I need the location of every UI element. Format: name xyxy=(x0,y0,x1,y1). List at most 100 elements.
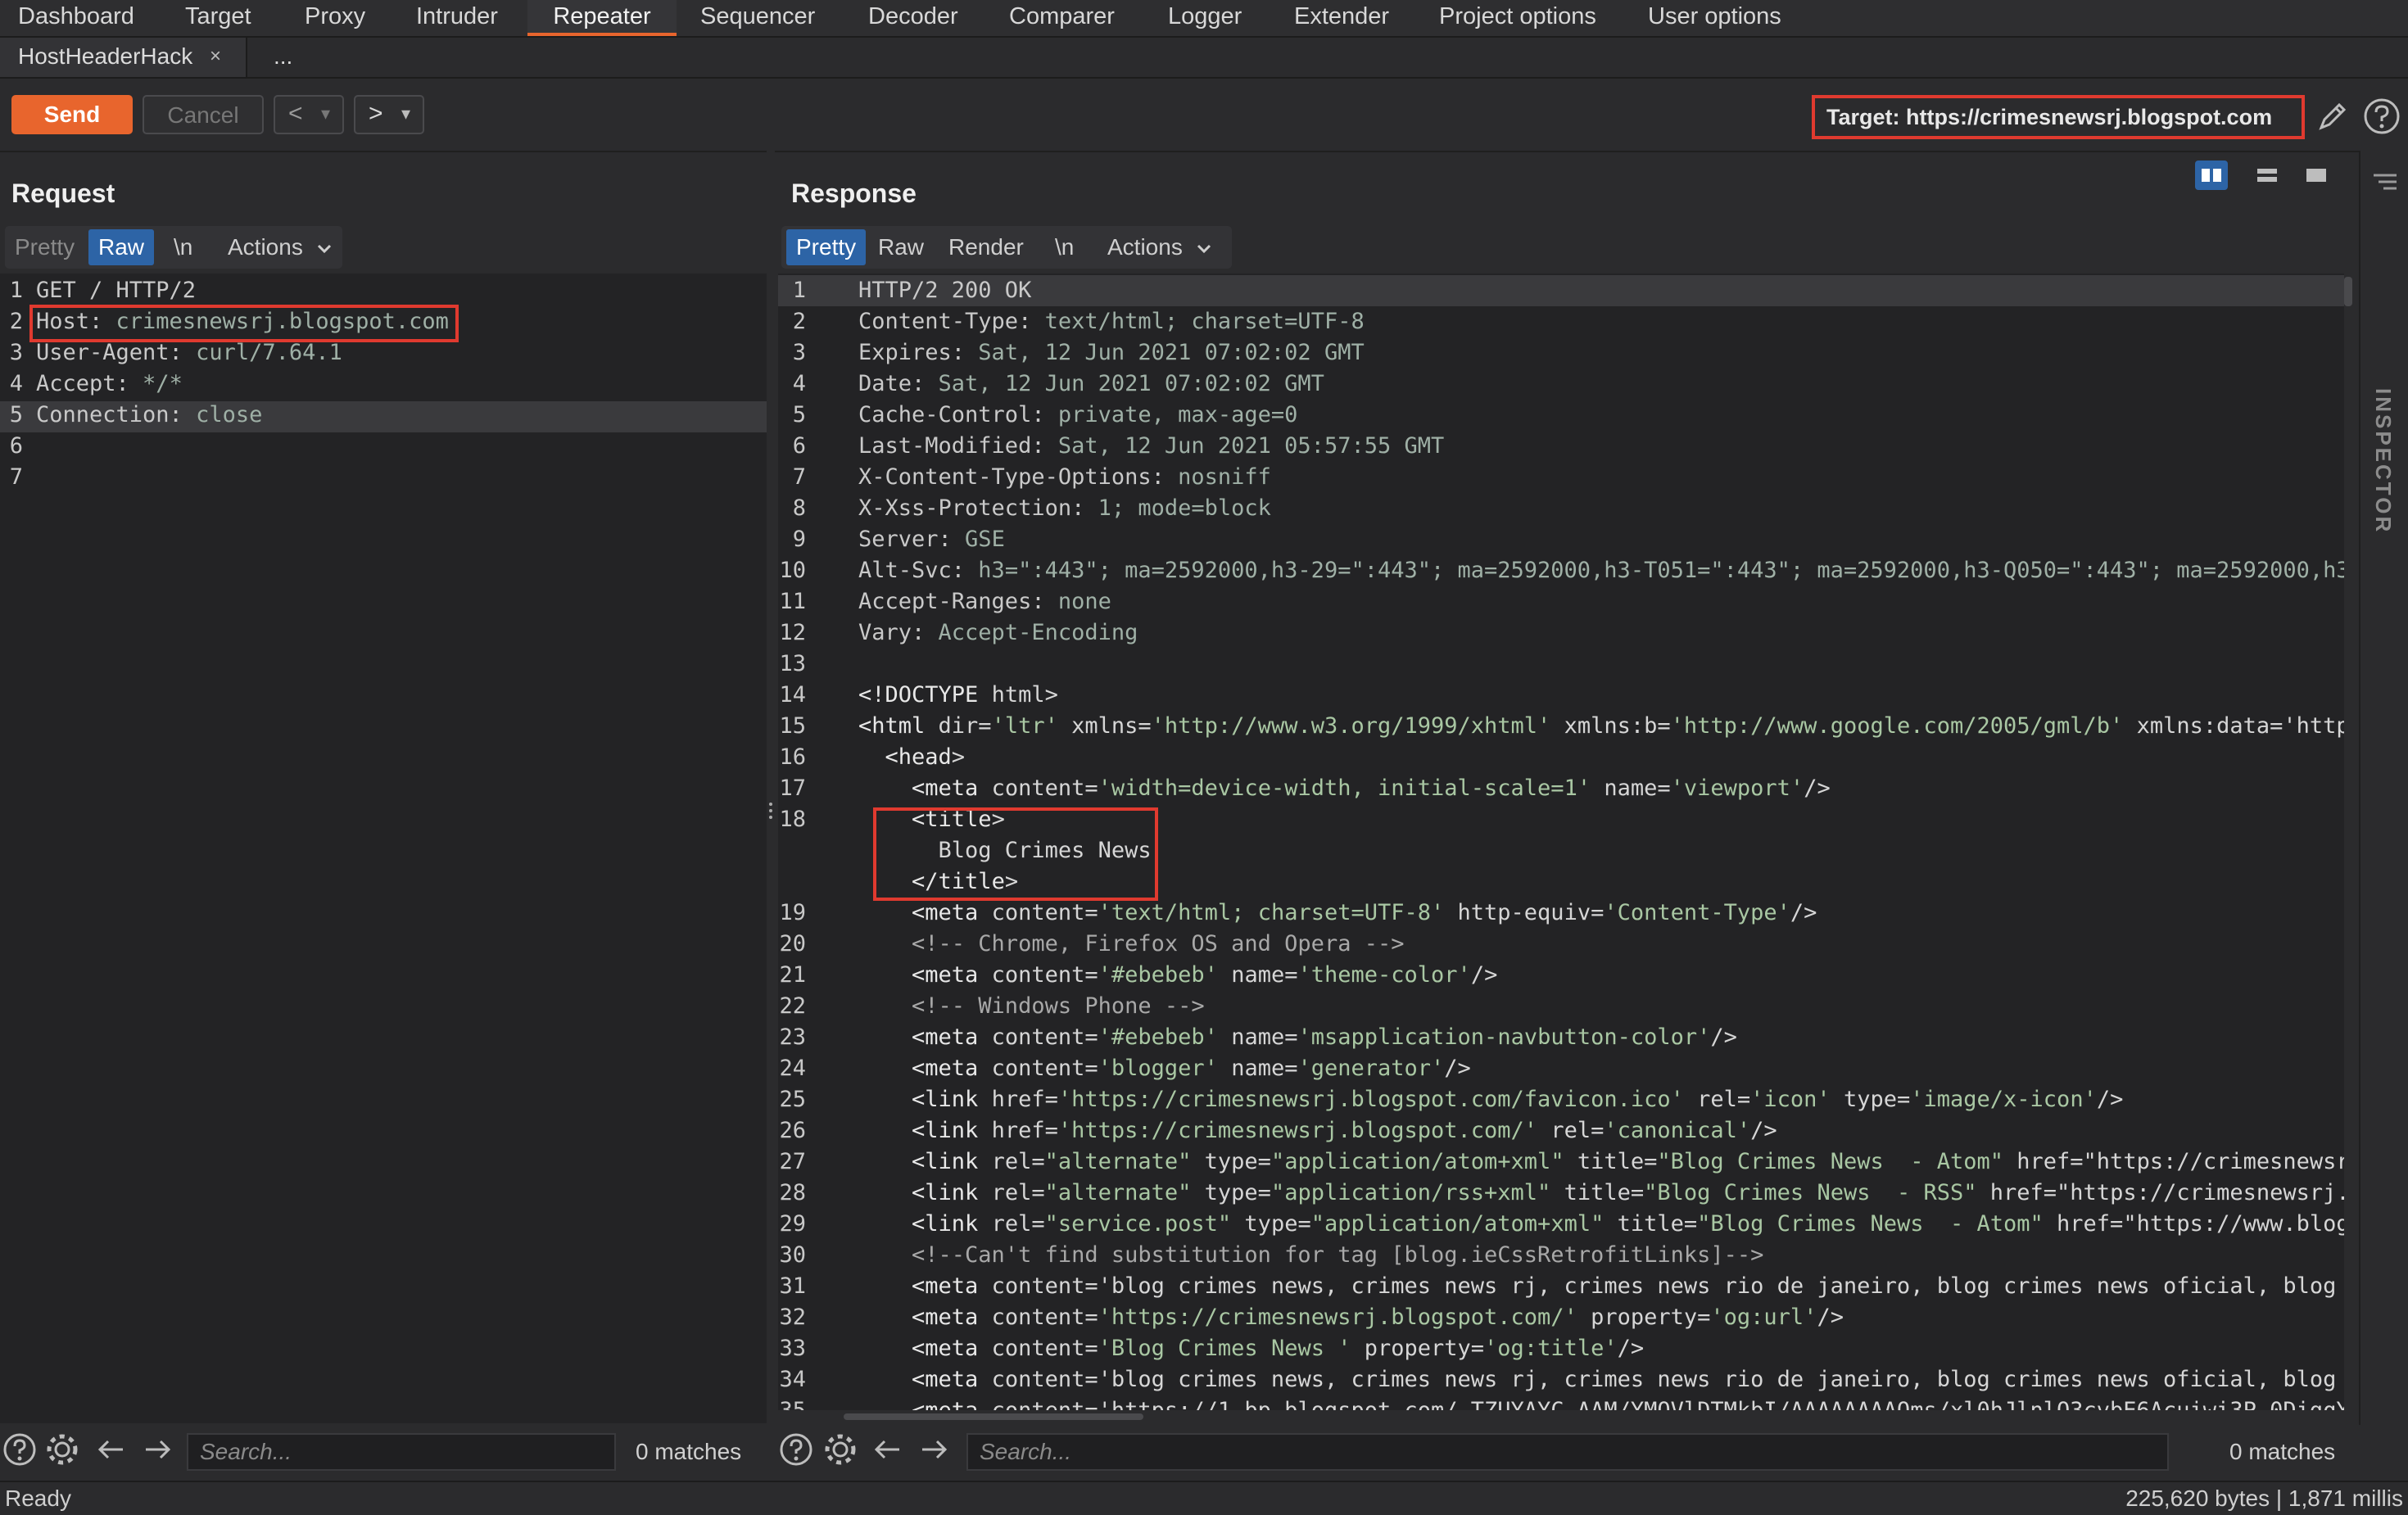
help-icon[interactable] xyxy=(2362,97,2401,136)
line-number: 5 xyxy=(9,402,23,427)
gear-icon[interactable] xyxy=(822,1431,858,1468)
response-horizontal-scrollbar[interactable] xyxy=(844,1413,1143,1420)
code-text: <meta content='blogger' name='generator'… xyxy=(912,1056,1471,1081)
code-text: Last-Modified: Sat, 12 Jun 2021 05:57:55… xyxy=(858,431,1444,462)
tab-decoder[interactable]: Decoder xyxy=(868,0,958,36)
response-line: 26 <link href='https://crimesnewsrj.blog… xyxy=(778,1115,2344,1146)
close-icon[interactable]: × xyxy=(210,38,221,75)
tab-sequencer[interactable]: Sequencer xyxy=(700,0,815,36)
repeater-tab-hostheaderhack[interactable]: HostHeaderHack × xyxy=(0,38,247,77)
tab-logger[interactable]: Logger xyxy=(1168,0,1242,36)
header-name: User-Agent: xyxy=(36,340,183,365)
tab-user-options[interactable]: User options xyxy=(1648,0,1781,36)
tab-comparer[interactable]: Comparer xyxy=(1009,0,1115,36)
header-name: Expires: xyxy=(858,340,966,365)
request-tab-newline[interactable]: \n xyxy=(174,229,192,265)
request-actions-menu[interactable]: Actions xyxy=(228,229,334,265)
response-line: 12 Vary: Accept-Encoding xyxy=(778,617,2344,649)
header-value: Sat, 12 Jun 2021 07:02:02 GMT xyxy=(965,340,1365,365)
help-icon[interactable] xyxy=(778,1431,814,1468)
response-line: 32 <meta content='https://crimesnewsrj.b… xyxy=(778,1302,2344,1333)
response-tab-newline[interactable]: \n xyxy=(1055,229,1074,265)
line-number: 2 xyxy=(9,309,23,334)
new-tab-button[interactable]: ... xyxy=(274,38,292,77)
header-name: Content-Type: xyxy=(858,309,1032,334)
tab-target[interactable]: Target xyxy=(185,0,251,36)
inspector-sidebar[interactable]: INSPECTOR xyxy=(2359,151,2408,1425)
response-line: 11 Accept-Ranges: none xyxy=(778,586,2344,617)
header-value: text/html; charset=UTF-8 xyxy=(1031,309,1365,334)
header-name: GET / HTTP/2 xyxy=(36,278,197,303)
tab-dashboard[interactable]: Dashboard xyxy=(18,0,134,36)
tab-extender[interactable]: Extender xyxy=(1294,0,1389,36)
request-tab-raw[interactable]: Raw xyxy=(88,229,155,265)
line-number: 22 xyxy=(779,993,806,1019)
chevron-left-icon: < xyxy=(288,100,303,127)
response-tab-render[interactable]: Render xyxy=(948,229,1024,265)
arrow-left-icon[interactable] xyxy=(93,1431,129,1468)
line-number: 19 xyxy=(779,900,806,925)
edit-icon[interactable] xyxy=(2315,98,2351,134)
code-text: Accept-Ranges: none xyxy=(858,586,1111,617)
layout-single-icon[interactable] xyxy=(2300,161,2333,190)
layout-side-by-side-icon[interactable] xyxy=(2195,161,2228,190)
line-number: 31 xyxy=(779,1273,806,1299)
response-search-bar: Search... 0 matches xyxy=(778,1427,2344,1476)
header-value: private, max-age=0 xyxy=(1044,402,1298,427)
line-number: 16 xyxy=(779,744,806,770)
response-line: 22 <!-- Windows Phone --> xyxy=(778,991,2344,1022)
request-tab-pretty[interactable]: Pretty xyxy=(15,229,75,265)
header-name: Connection: xyxy=(36,402,183,427)
line-number: 1 xyxy=(9,278,23,303)
request-title: Request xyxy=(11,179,115,208)
arrow-left-icon[interactable] xyxy=(870,1431,906,1468)
line-number: 6 xyxy=(792,433,806,459)
panel-splitter[interactable] xyxy=(767,151,775,1425)
response-line: 4 Date: Sat, 12 Jun 2021 07:02:02 GMT xyxy=(778,369,2344,400)
code-text: X-Content-Type-Options: nosniff xyxy=(858,462,1271,493)
response-actions-menu[interactable]: Actions xyxy=(1107,229,1214,265)
inspector-menu-icon[interactable] xyxy=(2372,170,2398,193)
chevron-right-icon: > xyxy=(369,100,383,127)
header-value: none xyxy=(1044,589,1111,614)
cancel-button[interactable]: Cancel xyxy=(143,95,264,134)
line-number: 3 xyxy=(9,340,23,365)
tab-intruder[interactable]: Intruder xyxy=(416,0,498,36)
layout-stacked-icon[interactable] xyxy=(2251,161,2284,190)
line-number: 5 xyxy=(792,402,806,427)
arrow-right-icon[interactable] xyxy=(916,1431,952,1468)
header-name: Vary: xyxy=(858,620,926,645)
line-number: 1 xyxy=(792,278,806,303)
code-text: <link rel="service.post" type="applicati… xyxy=(912,1211,2344,1237)
toolbar: Send Cancel < ▾ > ▾ Target: https://crim… xyxy=(0,79,2408,152)
tab-proxy[interactable]: Proxy xyxy=(305,0,365,36)
response-search-input[interactable]: Search... xyxy=(966,1433,2169,1471)
response-title: Response xyxy=(791,179,917,208)
arrow-right-icon[interactable] xyxy=(139,1431,175,1468)
code-text: Expires: Sat, 12 Jun 2021 07:02:02 GMT xyxy=(858,337,1365,369)
response-line: 27 <link rel="alternate" type="applicati… xyxy=(778,1146,2344,1178)
response-line: 35 <meta content='https://1.bp.blogspot.… xyxy=(778,1395,2344,1410)
send-button[interactable]: Send xyxy=(11,95,133,134)
code-text: Server: GSE xyxy=(858,524,1005,555)
response-line: 28 <link rel="alternate" type="applicati… xyxy=(778,1178,2344,1209)
forward-button[interactable]: > ▾ xyxy=(354,95,424,134)
target-label[interactable]: Target: https://crimesnewsrj.blogspot.co… xyxy=(1812,95,2305,139)
response-actions-label: Actions xyxy=(1107,234,1183,260)
request-editor[interactable]: 1 GET / HTTP/2 2 Host: crimesnewsrj.blogspo… xyxy=(0,274,767,1423)
response-vertical-scrollbar[interactable] xyxy=(2344,277,2352,306)
tab-project-options[interactable]: Project options xyxy=(1439,0,1596,36)
tab-repeater[interactable]: Repeater xyxy=(527,0,677,36)
response-line: 30 <!--Can't find substitution for tag [… xyxy=(778,1240,2344,1271)
request-search-input[interactable]: Search... xyxy=(187,1433,616,1471)
response-tab-raw[interactable]: Raw xyxy=(878,229,924,265)
code-text: Content-Type: text/html; charset=UTF-8 xyxy=(858,306,1365,337)
gear-icon[interactable] xyxy=(44,1431,80,1468)
header-name: Accept: xyxy=(36,371,129,396)
response-line: 7 X-Content-Type-Options: nosniff xyxy=(778,462,2344,493)
response-tab-pretty[interactable]: Pretty xyxy=(786,229,867,265)
line-number: 27 xyxy=(779,1149,806,1174)
back-button[interactable]: < ▾ xyxy=(274,95,344,134)
help-icon[interactable] xyxy=(2,1431,38,1468)
code-text: <head> xyxy=(885,744,966,770)
